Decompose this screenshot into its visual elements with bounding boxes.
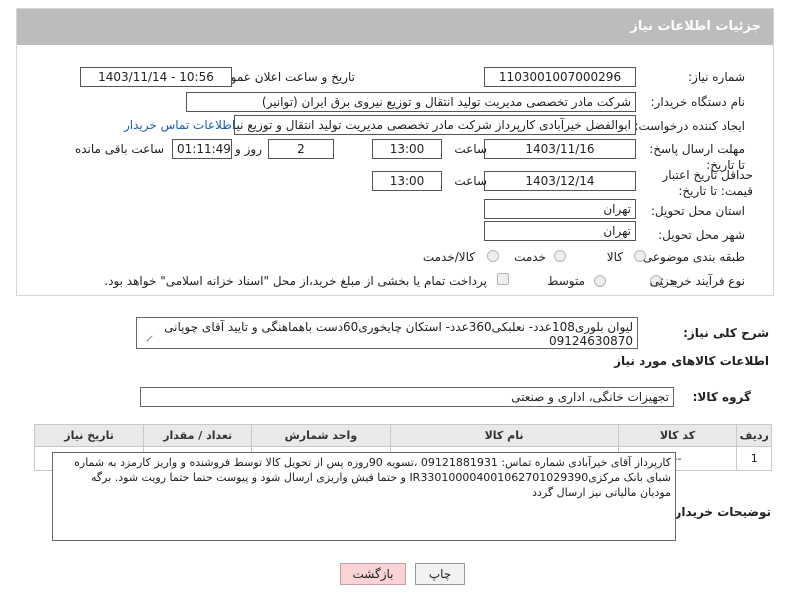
col-need-date: تاریخ نیاز xyxy=(33,424,145,447)
need-details-page: جزئیات اطلاعات نیاز شماره نیاز: 11030010… xyxy=(0,0,789,598)
process-medium-radio[interactable] xyxy=(594,275,606,287)
price-validity-label: حداقل تاریخ اعتبار قیمت: تا تاریخ: xyxy=(662,168,753,198)
goods-group-field: تجهیزات خانگی، اداری و صنعتی xyxy=(140,387,674,407)
print-button[interactable]: چاپ xyxy=(415,563,465,585)
col-unit: واحد شمارش xyxy=(251,424,391,447)
creator-label: ایجاد کننده درخواست: xyxy=(634,119,745,133)
price-validity-date-field: 1403/12/14 xyxy=(484,171,636,191)
creator-field: ابوالفضل خیرآبادی کارپرداز شرکت مادر تخص… xyxy=(234,115,636,135)
days-label: روز و xyxy=(235,142,262,156)
deadline-time-field: 13:00 xyxy=(372,139,442,159)
remaining-time-label: ساعت باقی مانده xyxy=(74,142,164,156)
category-goods-label: کالا xyxy=(606,250,623,264)
deadline-time-label: ساعت xyxy=(454,142,487,156)
announce-date-field: 1403/11/14 - 10:56 xyxy=(80,67,232,87)
process-partial-label: جزیی xyxy=(649,274,677,288)
col-goods-code: کد کالا xyxy=(617,424,738,447)
price-validity-time-field: 13:00 xyxy=(372,171,442,191)
goods-section-title: اطلاعات کالاهای مورد نیاز xyxy=(614,354,769,368)
treasury-payment-note: پرداخت تمام یا بخشی از مبلغ خرید،از محل … xyxy=(104,274,487,288)
remaining-time-field: 01:11:49 xyxy=(172,139,232,159)
category-service-label: خدمت xyxy=(514,250,546,264)
deadline-date-field: 1403/11/16 xyxy=(484,139,636,159)
buyer-org-field: شرکت مادر تخصصی مدیریت تولید انتقال و تو… xyxy=(186,92,636,112)
buyer-contact-link[interactable]: اطلاعات تماس خریدار xyxy=(124,118,235,132)
buyer-org-label: نام دستگاه خریدار: xyxy=(650,95,746,109)
need-number-label: شماره نیاز: xyxy=(688,70,745,84)
province-field: تهران xyxy=(484,199,636,219)
category-service-radio[interactable] xyxy=(554,250,566,262)
back-button[interactable]: بازگشت xyxy=(340,563,406,585)
province-label: استان محل تحویل: xyxy=(650,204,745,218)
category-goods-service-radio[interactable] xyxy=(487,250,499,262)
col-goods-name: نام کالا xyxy=(389,424,619,447)
goods-table-header: ردیف کد کالا نام کالا واحد شمارش تعداد /… xyxy=(33,424,772,447)
category-goods-service-label: کالا/خدمت xyxy=(422,250,475,264)
price-validity-time-label: ساعت xyxy=(454,174,487,188)
buyer-notes-textarea[interactable]: کارپرداز آقای خیرآبادی شماره تماس: 09121… xyxy=(52,452,676,541)
category-label: طبقه بندی موضوعی: xyxy=(638,250,745,264)
col-row-number: ردیف xyxy=(736,424,772,447)
need-number-field: 1103001007000296 xyxy=(484,67,636,87)
cell-row-number: 1 xyxy=(736,446,772,471)
description-textarea[interactable]: لیوان بلوری108عدد- نعلبکی360عدد- استکان … xyxy=(136,317,638,349)
city-field: تهران xyxy=(484,221,636,241)
city-label: شهر محل تحویل: xyxy=(658,228,745,242)
col-quantity: تعداد / مقدار xyxy=(143,424,253,447)
panel-title: جزئیات اطلاعات نیاز xyxy=(17,9,773,45)
buyer-notes-label: توضیحات خریدار: xyxy=(669,505,771,519)
description-label: شرح کلی نیاز: xyxy=(683,326,769,340)
process-medium-label: متوسط xyxy=(547,274,585,288)
category-goods-radio[interactable] xyxy=(634,250,646,262)
treasury-payment-checkbox[interactable] xyxy=(497,273,509,285)
days-remaining-field: 2 xyxy=(268,139,334,159)
goods-group-label: گروه کالا: xyxy=(692,390,751,404)
